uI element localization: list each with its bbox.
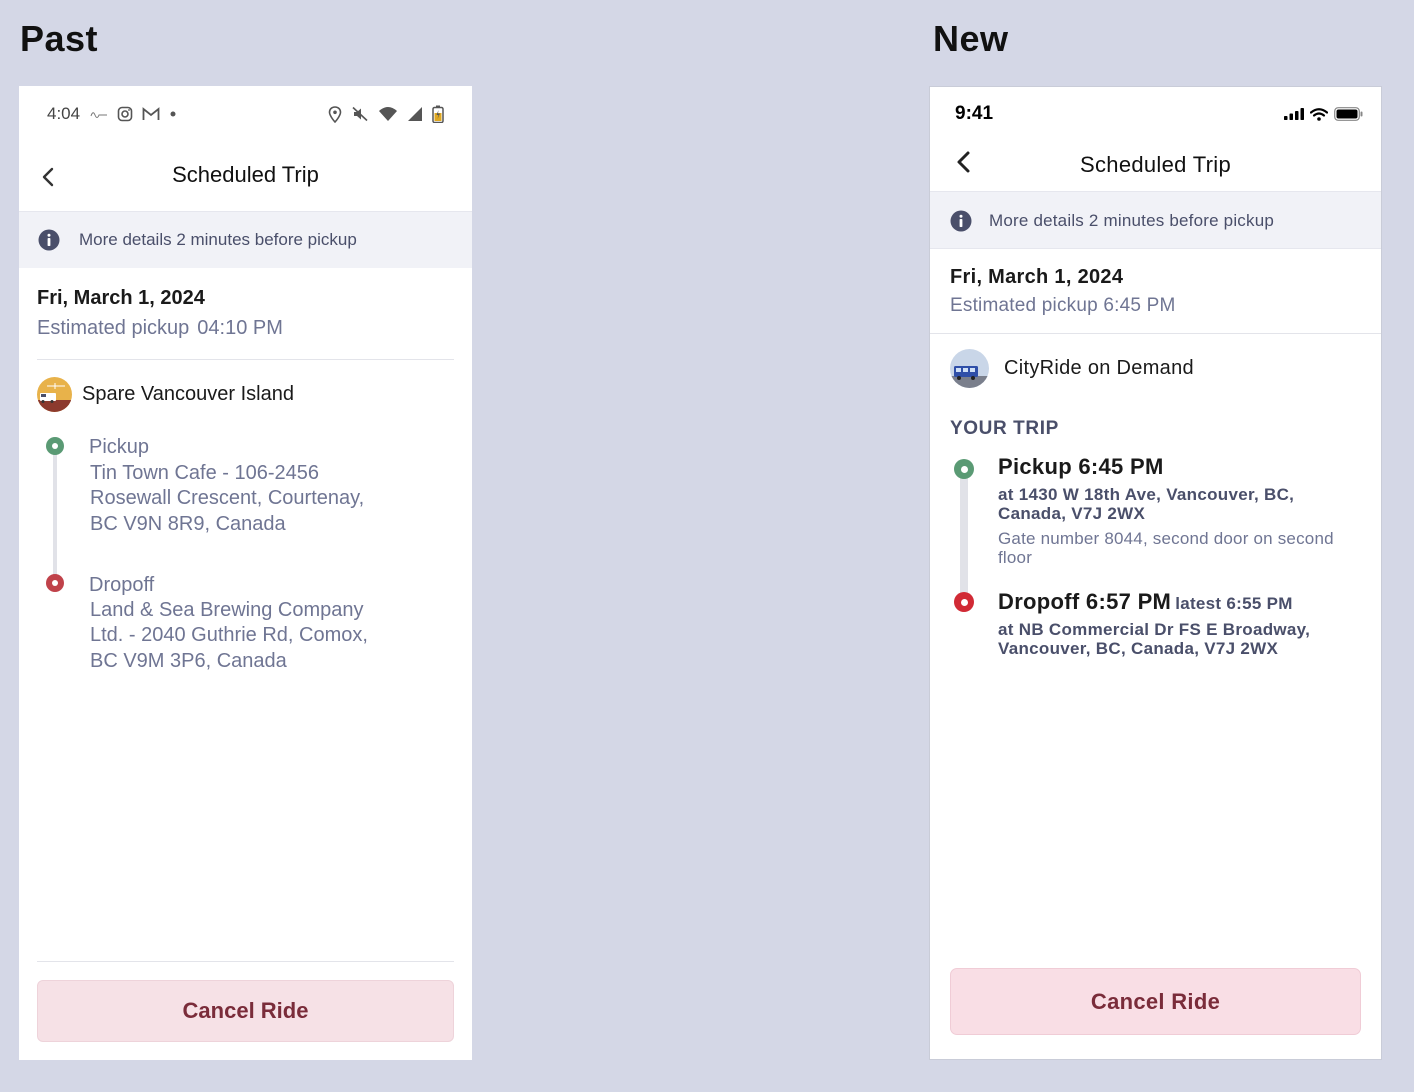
estimated-pickup-time: 04:10 PM [197,317,283,339]
status-time: 9:41 [955,103,994,124]
new-heading: New [933,18,1009,59]
provider-logo-icon [950,349,989,388]
new-screen: 9:41 Scheduled Trip More details 2 minut… [929,86,1382,1060]
trip-date: Fri, March 1, 2024 [37,287,205,309]
dropoff-address: at NB Commercial Dr FS E Broadway, Vanco… [998,620,1311,658]
app-header: Scheduled Trip [19,150,472,210]
cancel-ride-button[interactable]: Cancel Ride [37,980,454,1042]
dropoff-marker-icon [954,592,974,612]
page-title: Scheduled Trip [172,162,319,187]
pickup-address: at 1430 W 18th Ave, Vancouver, BC, Canad… [998,485,1295,523]
banner-text: More details 2 minutes before pickup [79,230,357,249]
status-bar: 4:04 [47,104,444,124]
divider [37,359,454,360]
pickup-marker-icon [954,459,974,479]
instagram-icon [117,106,133,122]
page-title: Scheduled Trip [1080,152,1231,177]
pickup-heading: Pickup 6:45 PM [998,454,1164,479]
dropoff-latest: latest 6:55 PM [1175,594,1293,613]
dropoff-address: Land & Sea Brewing Company Ltd. - 2040 G… [90,599,368,672]
wifi-icon [378,106,398,122]
dropoff-marker-icon [46,574,64,592]
status-bar: 9:41 [955,103,1363,125]
cellular-signal-icon [1284,108,1304,120]
estimated-pickup: Estimated pickup 6:45 PM [950,295,1176,316]
timeline-line [960,469,968,603]
pickup-marker-icon [46,437,64,455]
section-title: YOUR TRIP [950,418,1059,439]
provider-name: Spare Vancouver Island [82,383,294,405]
divider [37,961,454,962]
battery-icon [1334,107,1363,121]
pickup-note: Gate number 8044, second door on second … [998,529,1334,567]
trip-date: Fri, March 1, 2024 [950,266,1124,288]
provider-row: Spare Vancouver Island [37,377,294,412]
dropoff-label: Dropoff [89,574,155,596]
mute-icon [351,106,369,122]
banner-text: More details 2 minutes before pickup [989,211,1275,230]
dropoff-heading: Dropoff 6:57 PM latest 6:55 PM [998,589,1293,615]
past-heading: Past [20,18,99,59]
info-icon [38,229,60,256]
pickup-address: Tin Town Cafe - 106-2456 Rosewall Cresce… [90,462,365,535]
estimated-pickup: Estimated pickup 04:10 PM [37,317,283,340]
battery-icon [432,105,444,123]
signature-icon [90,109,108,119]
pickup-label: Pickup [89,436,150,458]
dot-icon [169,110,177,118]
info-banner: More details 2 minutes before pickup [930,191,1381,249]
status-time: 4:04 [47,104,81,123]
provider-row: CityRide on Demand [950,349,1194,388]
cancel-ride-button[interactable]: Cancel Ride [950,968,1361,1035]
wifi-icon [1310,107,1328,121]
provider-name: CityRide on Demand [1004,357,1194,379]
info-banner: More details 2 minutes before pickup [19,211,472,268]
info-icon [950,210,972,237]
provider-logo-icon [37,377,72,412]
past-screen: 4:04 Scheduled Trip More details 2 minut… [19,86,472,1060]
signal-icon [407,106,423,122]
dropoff-time: Dropoff 6:57 PM [998,589,1172,614]
gmail-icon [142,107,160,121]
timeline-line [53,445,57,583]
divider [930,333,1381,334]
estimated-pickup-label: Estimated pickup [37,317,190,339]
app-header: Scheduled Trip [930,143,1381,191]
location-icon [328,105,342,123]
